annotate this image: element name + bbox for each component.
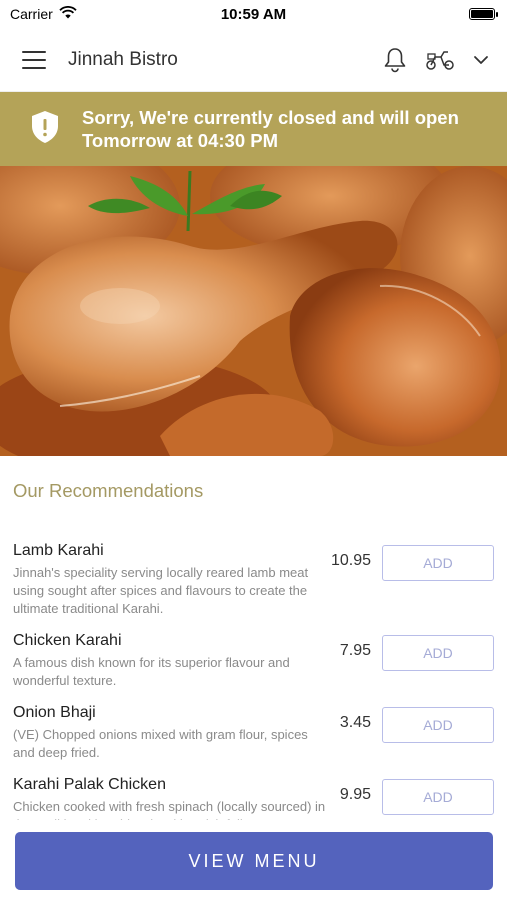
recommendations-title: Our Recommendations xyxy=(13,480,204,501)
closed-banner: Sorry, We're currently closed and will o… xyxy=(0,92,507,166)
header-icons xyxy=(383,47,489,73)
chevron-down-icon[interactable] xyxy=(473,55,489,65)
closed-message: Sorry, We're currently closed and will o… xyxy=(82,107,459,151)
add-button[interactable]: ADD xyxy=(382,545,494,581)
shield-alert-icon xyxy=(30,110,60,149)
view-menu-button[interactable]: VIEW MENU xyxy=(15,832,493,890)
add-button[interactable]: ADD xyxy=(382,779,494,815)
menu-item: Lamb Karahi Jinnah's speciality serving … xyxy=(0,540,507,618)
hero-food-image xyxy=(0,166,507,456)
item-price: 7.95 xyxy=(339,642,371,659)
menu-item: Karahi Palak Chicken Chicken cooked with… xyxy=(0,774,507,820)
add-button[interactable]: ADD xyxy=(382,707,494,743)
add-button[interactable]: ADD xyxy=(382,635,494,671)
item-price: 10.95 xyxy=(330,552,371,569)
item-description: Jinnah's speciality serving locally rear… xyxy=(13,565,309,616)
app-header: Jinnah Bistro xyxy=(0,28,507,92)
item-description: Chicken cooked with fresh spinach (local… xyxy=(13,799,326,820)
status-left: Carrier xyxy=(10,6,77,22)
bell-icon[interactable] xyxy=(383,47,407,73)
item-description: (VE) Chopped onions mixed with gram flou… xyxy=(13,727,308,760)
item-description: A famous dish known for its superior fla… xyxy=(13,655,290,688)
carrier-label: Carrier xyxy=(10,6,53,22)
hamburger-menu-icon[interactable] xyxy=(22,50,46,69)
menu-item: Chicken Karahi A famous dish known for i… xyxy=(0,630,507,690)
battery-icon xyxy=(469,8,498,20)
recommendations-list: Lamb Karahi Jinnah's speciality serving … xyxy=(0,540,507,820)
scooter-icon[interactable] xyxy=(425,49,455,71)
item-price: 3.45 xyxy=(339,714,371,731)
wifi-icon xyxy=(59,6,77,22)
status-bar: Carrier 10:59 AM xyxy=(0,0,507,28)
menu-item: Onion Bhaji (VE) Chopped onions mixed wi… xyxy=(0,702,507,762)
item-price: 9.95 xyxy=(339,786,371,803)
app-title: Jinnah Bistro xyxy=(68,48,178,70)
